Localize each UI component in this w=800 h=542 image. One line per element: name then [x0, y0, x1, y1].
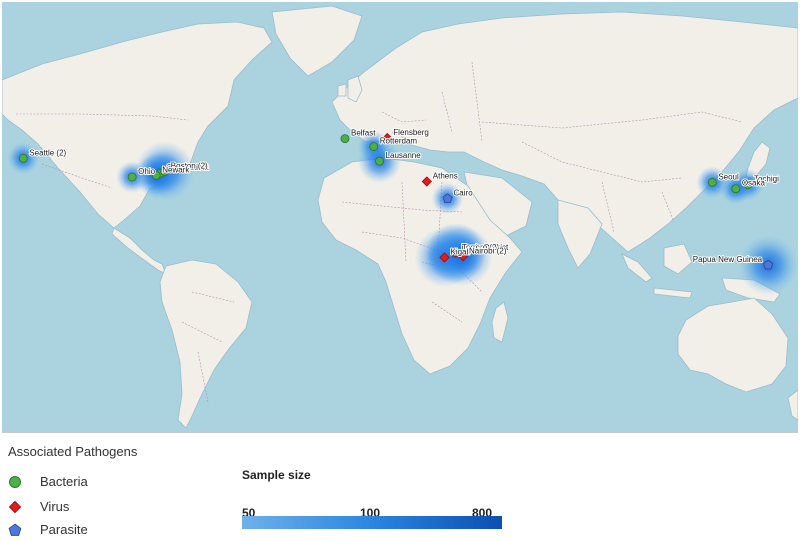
site-label: Newark — [162, 165, 190, 174]
site-label: Ohio — [138, 167, 155, 176]
bacteria-marker[interactable] — [731, 184, 741, 194]
bacteria-marker[interactable] — [340, 134, 350, 144]
legend-title: Associated Pathogens — [8, 444, 138, 459]
bacteria-marker[interactable] — [707, 177, 717, 187]
bacteria-marker[interactable] — [18, 153, 28, 163]
sample-size-color-ramp — [242, 516, 502, 529]
site-label: Cairo — [454, 189, 474, 198]
site-label: Seattle (2) — [29, 148, 66, 157]
legend-item-bacteria: Bacteria — [8, 474, 88, 489]
world-map[interactable]: Seattle (2) Connecticut Boston (2) Ohio Newa… — [2, 2, 798, 433]
pathogen-legend: Associated Pathogens Bacteria Virus Para… — [8, 444, 228, 542]
legend-item-virus: Virus — [8, 499, 69, 514]
legend-item-parasite: Parasite — [8, 522, 88, 537]
site-label: Nairobi (2) — [469, 246, 507, 255]
sample-size-title: Sample size — [242, 468, 311, 482]
ireland-landmass — [337, 83, 347, 97]
site-label: Papua New Guinea — [693, 255, 763, 264]
site-label: Kigali — [450, 247, 470, 256]
bacteria-marker[interactable] — [375, 156, 384, 166]
green-circle-icon — [9, 475, 21, 488]
map-canvas[interactable]: Seattle (2)ConnecticutBoston (2)Ohio Newa… — [2, 2, 798, 432]
site-label: Belfast — [351, 129, 376, 138]
site-label: Seoul — [718, 172, 739, 181]
blue-pentagon-icon — [8, 523, 22, 536]
legend-label: Bacteria — [40, 474, 88, 489]
sample-size-legend: Sample size 50 100 800 — [242, 468, 504, 532]
legend-label: Virus — [40, 499, 70, 514]
legend-label: Parasite — [40, 522, 88, 537]
site-label: Athens — [433, 171, 458, 180]
site-label: Osaka — [742, 179, 766, 188]
site-label: Lausanne — [386, 151, 422, 160]
site-label: Rotterdam — [380, 137, 418, 146]
bacteria-marker[interactable] — [127, 172, 137, 182]
bacteria-marker[interactable] — [369, 142, 379, 152]
red-diamond-icon — [8, 500, 22, 513]
